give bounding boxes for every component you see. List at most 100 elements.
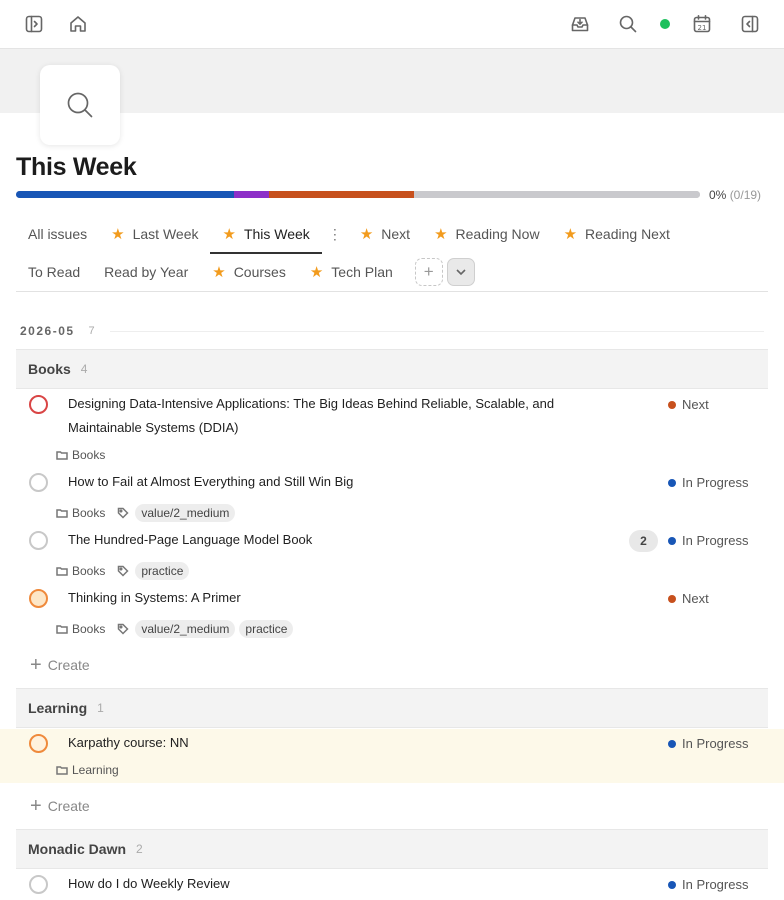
issue-row[interactable]: How do I do Weekly Review In Progress <box>0 870 784 900</box>
date-group-divider <box>110 331 764 332</box>
tab-label: This Week <box>243 226 310 242</box>
tab-label: Reading Next <box>585 226 670 242</box>
page-title: This Week <box>16 153 137 181</box>
status-label: In Progress <box>682 533 749 548</box>
sidebar-right-icon[interactable] <box>738 12 762 36</box>
issue-meta: Learning <box>56 763 119 777</box>
issue-meta: Books value/2_medium practice <box>56 620 297 638</box>
status-dot <box>668 880 676 889</box>
add-view-button[interactable]: + <box>414 258 443 286</box>
tab-tech-plan[interactable]: ★ Tech Plan <box>298 253 405 291</box>
issue-label[interactable]: value/2_medium <box>135 620 236 638</box>
folder-icon <box>56 451 68 460</box>
calendar-icon[interactable]: 21 <box>690 12 714 36</box>
group-name: Monadic Dawn <box>28 841 127 857</box>
issue-meta: Books practice <box>56 562 193 580</box>
top-bar: 21 <box>0 0 784 49</box>
tab-more-icon[interactable]: ⋮ <box>322 215 348 253</box>
progress-segment-gray <box>414 191 700 198</box>
views-dropdown-button[interactable] <box>446 258 475 286</box>
create-issue-button[interactable]: + Create <box>30 655 90 675</box>
status-label: In Progress <box>682 475 749 490</box>
issue-row[interactable]: Thinking in Systems: A Primer Books value/… <box>0 586 784 644</box>
group-count: 1 <box>97 701 104 715</box>
issue-status-circle[interactable] <box>29 875 48 894</box>
tab-label: Reading Now <box>455 226 540 242</box>
issue-status-circle[interactable] <box>29 734 48 753</box>
issue-status-circle[interactable] <box>29 395 48 414</box>
status-dot <box>668 400 676 409</box>
issue-status-circle[interactable] <box>29 473 48 492</box>
issue-label[interactable]: practice <box>135 562 190 580</box>
group-header-books[interactable]: Books 4 <box>16 349 768 389</box>
create-issue-button[interactable]: + Create <box>30 796 90 816</box>
issue-status-circle[interactable] <box>29 531 48 550</box>
issue-label[interactable]: practice <box>239 620 294 638</box>
issue-title[interactable]: The Hundred-Page Language Model Book <box>68 528 312 552</box>
page-icon[interactable] <box>40 65 120 145</box>
group-count: 2 <box>136 842 143 856</box>
issue-row[interactable]: Designing Data-Intensive Applications: T… <box>0 392 784 466</box>
issue-status[interactable]: In Progress <box>668 475 748 490</box>
issue-title[interactable]: Designing Data-Intensive Applications: T… <box>68 392 554 440</box>
tab-reading-next[interactable]: ★ Reading Next <box>552 215 682 253</box>
tab-courses[interactable]: ★ Courses <box>200 253 298 291</box>
group-name: Books <box>28 361 71 377</box>
progress-segment-blue <box>16 191 234 198</box>
progress-summary: 0% (0/19) <box>709 188 761 202</box>
tab-to-read[interactable]: To Read <box>16 253 92 291</box>
issue-project[interactable]: Books <box>72 506 105 520</box>
issue-status[interactable]: Next <box>668 397 709 412</box>
issue-status[interactable]: In Progress <box>668 877 748 892</box>
inbox-icon[interactable] <box>568 12 592 36</box>
status-dot <box>668 594 676 603</box>
progress-percent: 0% <box>709 188 727 202</box>
calendar-day: 21 <box>698 24 707 32</box>
issue-row[interactable]: The Hundred-Page Language Model Book Book… <box>0 528 784 586</box>
tab-last-week[interactable]: ★ Last Week <box>99 215 210 253</box>
home-icon[interactable] <box>66 12 90 36</box>
search-icon <box>67 92 93 118</box>
issue-project[interactable]: Books <box>72 622 105 636</box>
folder-icon <box>56 509 68 518</box>
sub-issue-count-badge[interactable]: 2 <box>629 530 658 552</box>
group-name: Learning <box>28 700 88 716</box>
issue-status[interactable]: Next <box>668 591 709 606</box>
create-label: Create <box>47 657 90 673</box>
issue-title[interactable]: Karpathy course: NN <box>68 731 189 755</box>
issue-status[interactable]: In Progress <box>668 533 748 548</box>
issue-meta: Books value/2_medium <box>56 504 239 522</box>
progress-bar <box>16 191 700 198</box>
tab-this-week[interactable]: ★ This Week <box>210 215 323 254</box>
status-label: In Progress <box>682 877 749 892</box>
date-group-count: 7 <box>88 325 95 337</box>
status-label: Next <box>682 397 709 412</box>
group-header-monadic-dawn[interactable]: Monadic Dawn 2 <box>16 829 768 869</box>
create-label: Create <box>47 798 90 814</box>
tab-reading-now[interactable]: ★ Reading Now <box>422 215 552 253</box>
issue-title[interactable]: How to Fail at Almost Everything and Sti… <box>68 470 353 494</box>
tab-label: Next <box>381 226 411 242</box>
progress-segment-purple <box>233 191 270 198</box>
issue-status-circle[interactable] <box>29 589 48 608</box>
issue-status[interactable]: In Progress <box>668 736 748 751</box>
issue-title[interactable]: Thinking in Systems: A Primer <box>68 586 241 610</box>
sidebar-left-icon[interactable] <box>22 12 46 36</box>
issue-title[interactable]: How do I do Weekly Review <box>68 872 230 896</box>
tab-read-by-year[interactable]: Read by Year <box>92 253 200 291</box>
group-header-learning[interactable]: Learning 1 <box>16 688 768 728</box>
search-icon[interactable] <box>616 12 640 36</box>
star-icon: ★ <box>434 225 448 243</box>
issue-label[interactable]: value/2_medium <box>135 504 236 522</box>
status-indicator-dot <box>660 19 670 29</box>
date-group-header[interactable]: 2026-05 7 <box>20 324 95 338</box>
issue-title-line: Thinking in Systems: A Primer <box>68 590 241 605</box>
tab-all-issues[interactable]: All issues <box>16 215 99 253</box>
issue-project[interactable]: Learning <box>72 763 119 777</box>
status-label: Next <box>682 591 709 606</box>
issue-row[interactable]: How to Fail at Almost Everything and Sti… <box>0 470 784 528</box>
issue-row[interactable]: Karpathy course: NN Learning In Progress <box>0 729 784 783</box>
issue-project[interactable]: Books <box>72 564 105 578</box>
tab-next[interactable]: ★ Next <box>348 215 422 253</box>
issue-project[interactable]: Books <box>72 448 105 462</box>
